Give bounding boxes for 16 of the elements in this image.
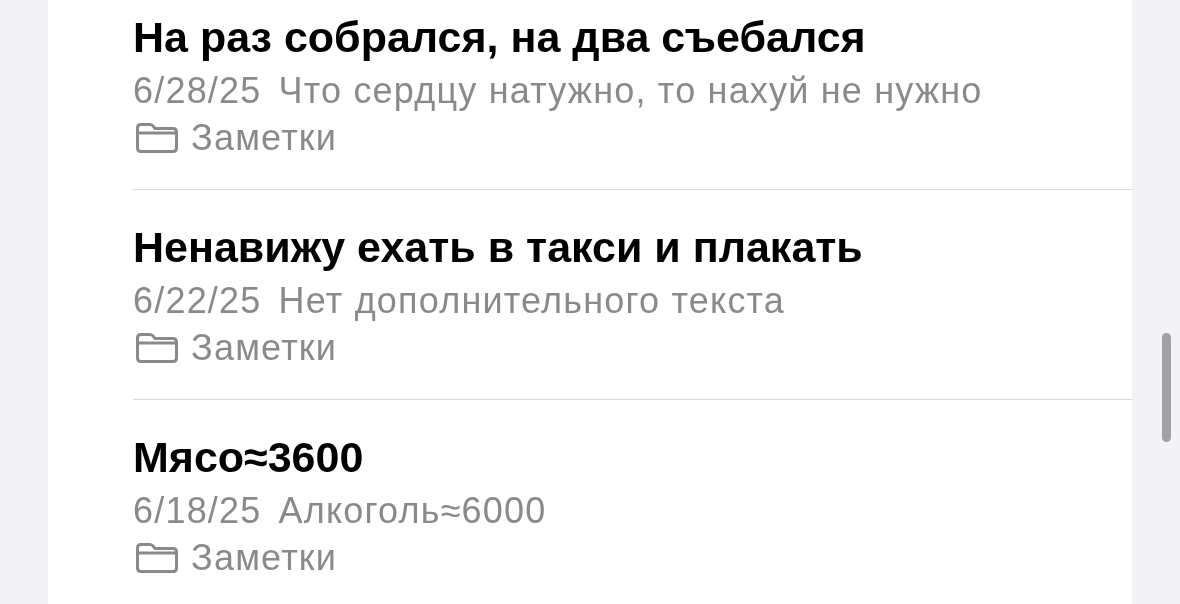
note-title: Мясо≈3600 [133, 432, 364, 483]
folder-name: Заметки [191, 538, 338, 578]
folder-name: Заметки [191, 328, 338, 368]
folder-name: Заметки [191, 118, 338, 158]
folder-icon [136, 333, 178, 363]
note-title: На раз собрался, на два съебался [133, 12, 866, 63]
note-preview: Нет дополнительного текста [278, 281, 786, 321]
note-title: Ненавижу ехать в такси и плакать [133, 222, 863, 273]
folder-icon [136, 543, 178, 573]
note-date: 6/28/25 [133, 71, 262, 111]
folder-icon [136, 123, 178, 153]
note-date: 6/22/25 [133, 281, 262, 321]
note-preview: Что сердцу натужно, то нахуй не нужно [278, 71, 983, 111]
note-date: 6/18/25 [133, 491, 262, 531]
scrollbar-thumb[interactable] [1162, 333, 1171, 442]
note-preview: Алкоголь≈6000 [278, 491, 547, 531]
